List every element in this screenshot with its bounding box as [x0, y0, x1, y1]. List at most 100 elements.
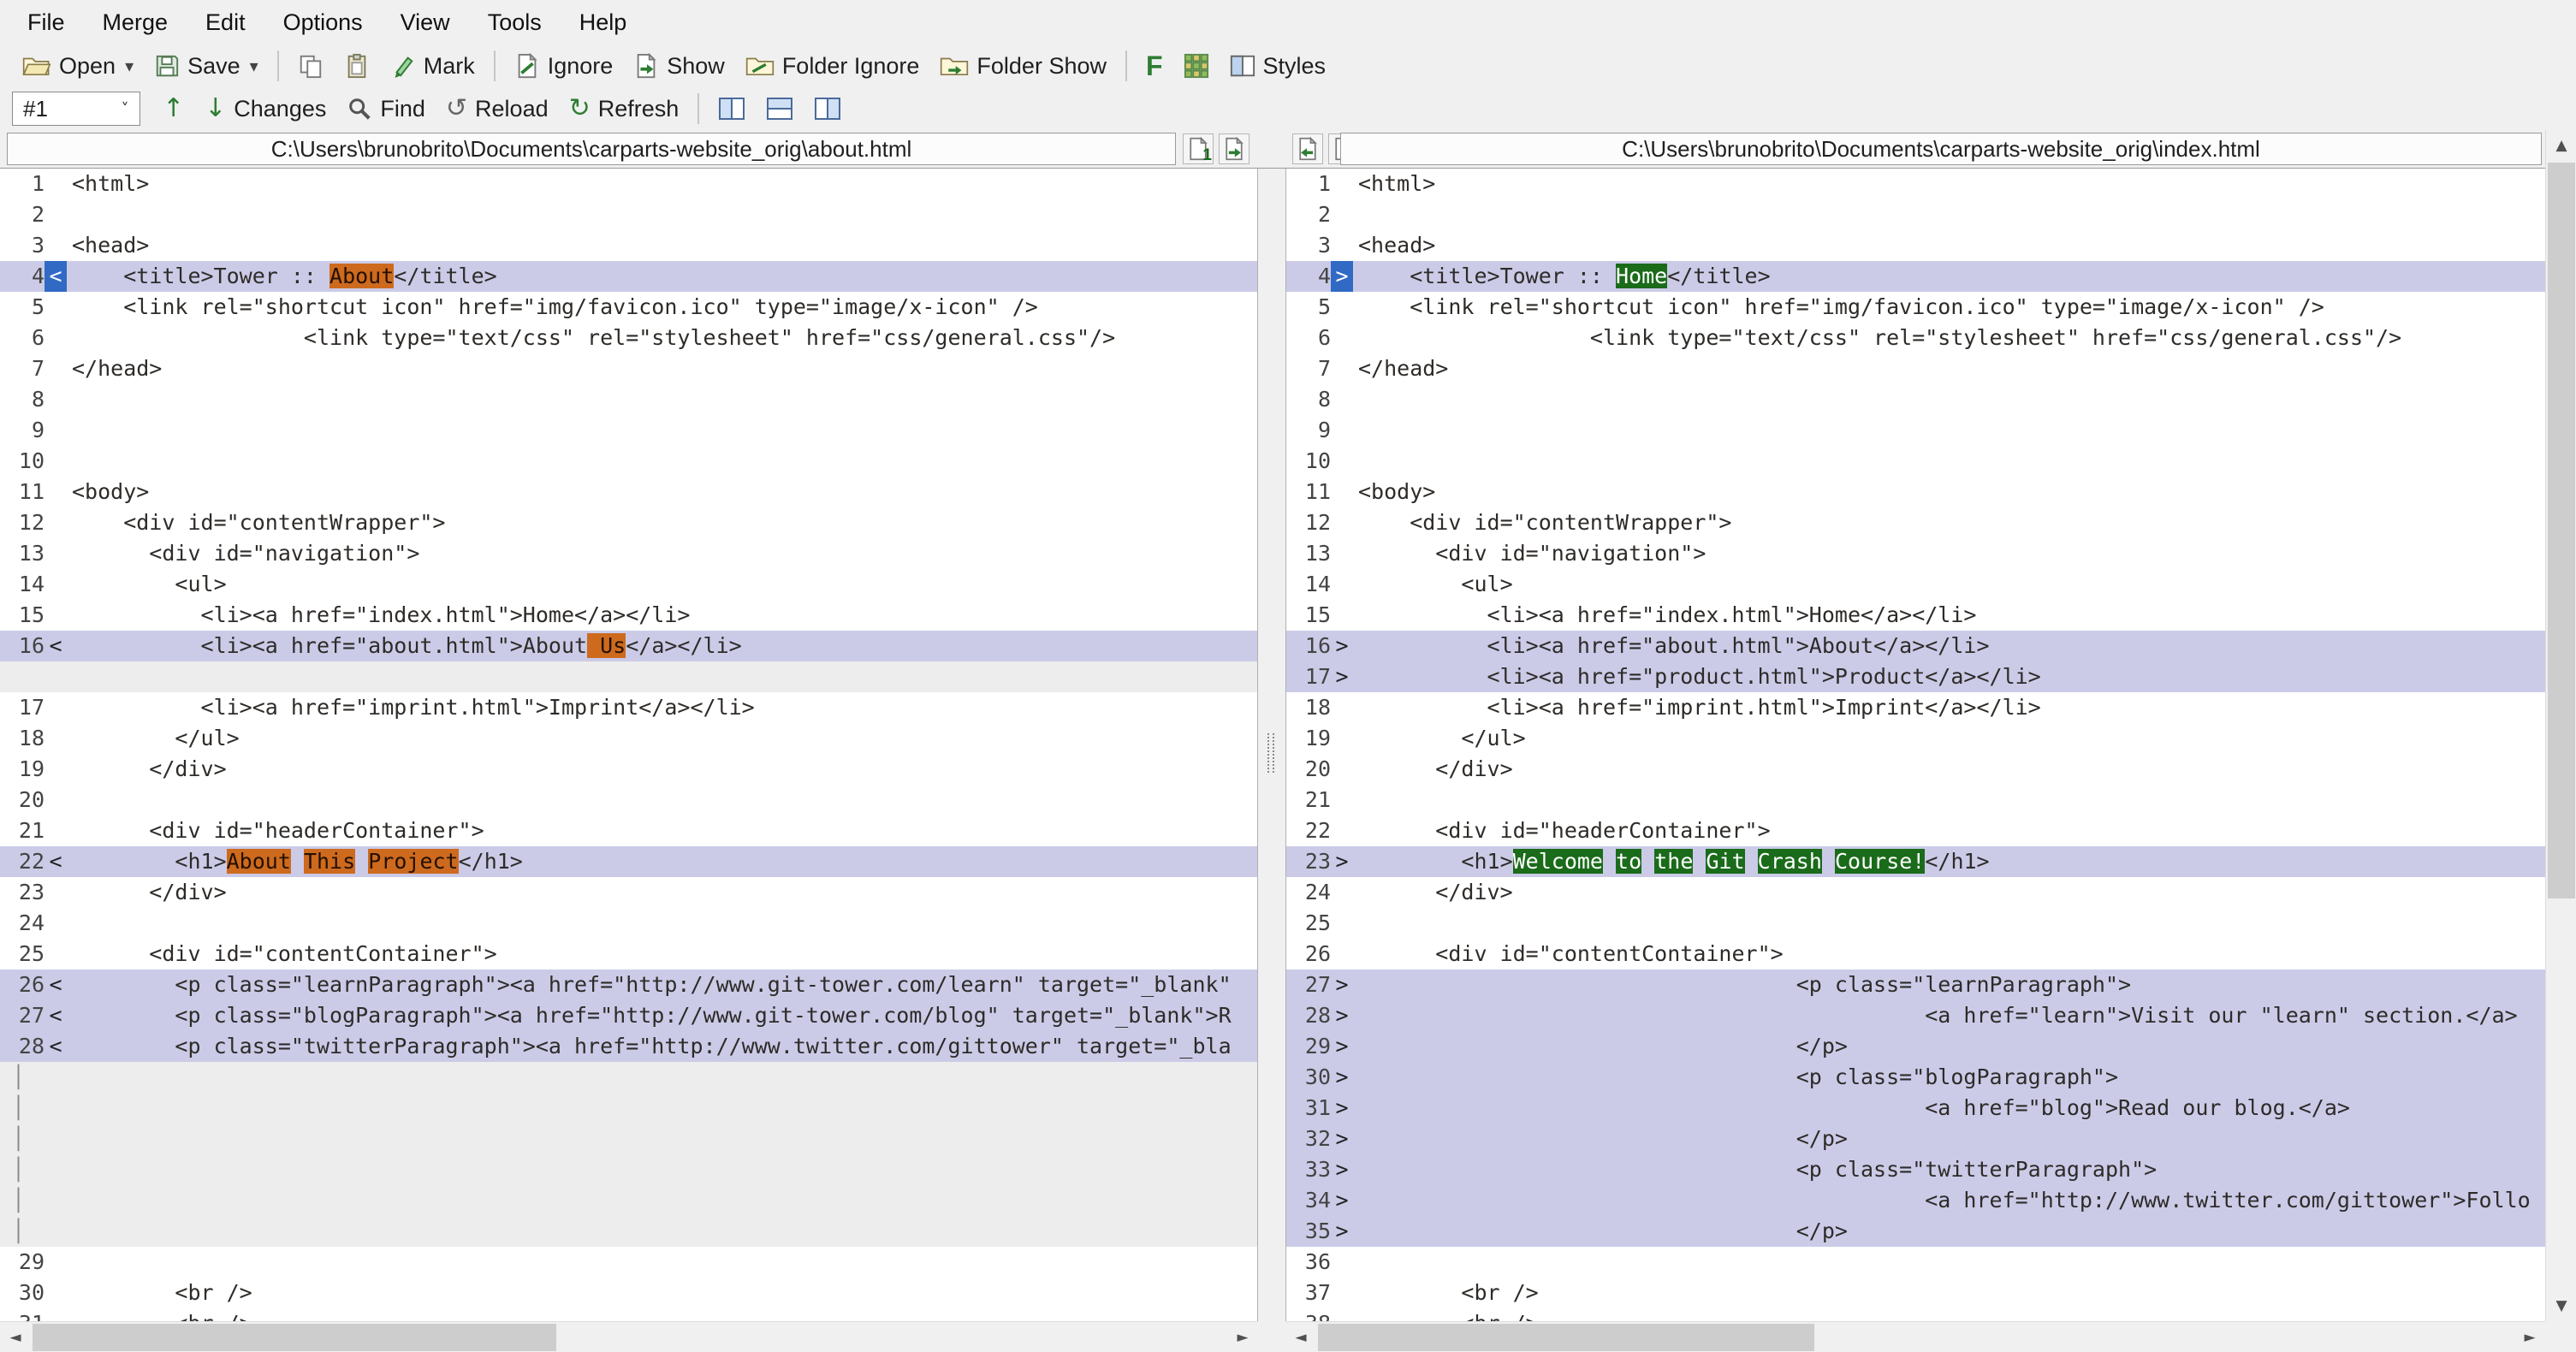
- folder-ignore-button[interactable]: Folder Ignore: [735, 47, 930, 85]
- menu-tools[interactable]: Tools: [469, 3, 561, 43]
- code-line[interactable]: 17 > <li><a href="product.html">Product</…: [1286, 661, 2545, 692]
- code-line[interactable]: 2: [1286, 199, 2545, 230]
- code-line[interactable]: 15 <li><a href="index.html">Home</a></li…: [0, 600, 1257, 631]
- ghost-line[interactable]: │: [0, 1154, 1257, 1185]
- code-line[interactable]: 14 <ul>: [1286, 569, 2545, 600]
- code-line[interactable]: 24: [0, 908, 1257, 939]
- code-line[interactable]: 20 </div>: [1286, 754, 2545, 785]
- code-line[interactable]: 10: [0, 446, 1257, 477]
- previous-difference-button[interactable]: ↑: [152, 90, 194, 127]
- save-dropdown-caret[interactable]: ▾: [250, 56, 258, 76]
- copy-to-right-button[interactable]: [1219, 133, 1249, 164]
- find-button[interactable]: Find: [336, 90, 436, 127]
- code-line[interactable]: 5 <link rel="shortcut icon" href="img/fa…: [1286, 292, 2545, 323]
- code-line[interactable]: 28 > <a href="learn">Visit our "learn" se…: [1286, 1000, 2545, 1031]
- scroll-up-arrow-icon[interactable]: ▲: [2546, 130, 2576, 161]
- code-line[interactable]: 1 <html>: [1286, 169, 2545, 199]
- code-line[interactable]: 33 > <p class="twitterParagraph">: [1286, 1154, 2545, 1185]
- code-line[interactable]: 27 < <p class="blogParagraph"><a href="ht…: [0, 1000, 1257, 1031]
- ghost-line[interactable]: [0, 661, 1257, 692]
- ghost-line[interactable]: │: [0, 1093, 1257, 1124]
- code-line[interactable]: 12 <div id="contentWrapper">: [1286, 507, 2545, 538]
- next-difference-button[interactable]: ↓ Changes: [194, 90, 336, 127]
- code-line[interactable]: 16 < <li><a href="about.html">About Us</a…: [0, 631, 1257, 661]
- ghost-line[interactable]: │: [0, 1124, 1257, 1154]
- code-line[interactable]: 16 > <li><a href="about.html">About</a></…: [1286, 631, 2545, 661]
- code-line[interactable]: 30 > <p class="blogParagraph">: [1286, 1062, 2545, 1093]
- code-line[interactable]: 26 <div id="contentContainer">: [1286, 939, 2545, 970]
- code-line[interactable]: 21 <div id="headerContainer">: [0, 815, 1257, 846]
- code-line[interactable]: 22 < <h1>About This Project</h1>: [0, 846, 1257, 877]
- diff-number-combobox[interactable]: #1 ˅: [12, 92, 140, 126]
- code-line[interactable]: 13 <div id="navigation">: [1286, 538, 2545, 569]
- code-line[interactable]: 6 <link type="text/css" rel="stylesheet"…: [1286, 323, 2545, 353]
- code-line[interactable]: 23 </div>: [0, 877, 1257, 908]
- code-line[interactable]: 7 </head>: [0, 353, 1257, 384]
- code-line[interactable]: 25: [1286, 908, 2545, 939]
- menu-file[interactable]: File: [9, 3, 84, 43]
- code-line[interactable]: 24 </div>: [1286, 877, 2545, 908]
- ghost-line[interactable]: │: [0, 1216, 1257, 1247]
- code-line[interactable]: 1 <html>: [0, 169, 1257, 199]
- code-line[interactable]: 19 </ul>: [1286, 723, 2545, 754]
- code-line[interactable]: 23 > <h1>Welcome to the Git Crash Course!…: [1286, 846, 2545, 877]
- code-line[interactable]: 18 <li><a href="imprint.html">Imprint</a…: [1286, 692, 2545, 723]
- code-line[interactable]: 14 <ul>: [0, 569, 1257, 600]
- ghost-line[interactable]: │: [0, 1185, 1257, 1216]
- splitter-grip-icon[interactable]: [1267, 733, 1274, 773]
- open-button[interactable]: Open ▾: [12, 47, 144, 85]
- refresh-button[interactable]: ↻ Refresh: [559, 90, 690, 127]
- menu-help[interactable]: Help: [561, 3, 646, 43]
- code-line[interactable]: 8: [0, 384, 1257, 415]
- layout-right-split-button[interactable]: [804, 90, 852, 127]
- right-horizontal-scroll-thumb[interactable]: [1318, 1324, 1814, 1351]
- reload-button[interactable]: ↺ Reload: [436, 90, 559, 127]
- code-line[interactable]: 5 <link rel="shortcut icon" href="img/fa…: [0, 292, 1257, 323]
- vertical-scroll-thumb[interactable]: [2548, 163, 2575, 898]
- menu-options[interactable]: Options: [264, 3, 382, 43]
- code-line[interactable]: 3 <head>: [0, 230, 1257, 261]
- right-code-pane[interactable]: 1 <html> 2 3 <head> 4 > <title>Tower :: Home</…: [1285, 169, 2545, 1322]
- code-line[interactable]: 34 > <a href="http://www.twitter.com/gitt…: [1286, 1185, 2545, 1216]
- code-line[interactable]: 4 < <title>Tower :: About</title>: [0, 261, 1257, 292]
- scroll-right-arrow-icon[interactable]: ►: [1227, 1322, 1258, 1352]
- code-line[interactable]: 27 > <p class="learnParagraph">: [1286, 970, 2545, 1000]
- code-line[interactable]: 10: [1286, 446, 2545, 477]
- scroll-right-arrow-icon[interactable]: ►: [2514, 1322, 2545, 1352]
- code-line[interactable]: 36: [1286, 1247, 2545, 1278]
- code-line[interactable]: 15 <li><a href="index.html">Home</a></li…: [1286, 600, 2545, 631]
- code-line[interactable]: 21: [1286, 785, 2545, 815]
- code-line[interactable]: 38 <br />: [1286, 1308, 2545, 1322]
- paste-button[interactable]: [334, 47, 380, 85]
- code-line[interactable]: 9: [1286, 415, 2545, 446]
- code-line[interactable]: 18 </ul>: [0, 723, 1257, 754]
- code-line[interactable]: 11 <body>: [1286, 477, 2545, 507]
- vertical-scrollbar[interactable]: ▲ ▼: [2545, 130, 2576, 1321]
- left-horizontal-scroll-thumb[interactable]: [33, 1324, 556, 1351]
- code-line[interactable]: 4 > <title>Tower :: Home</title>: [1286, 261, 2545, 292]
- code-line[interactable]: 35 > </p>: [1286, 1216, 2545, 1247]
- code-line[interactable]: 20: [0, 785, 1257, 815]
- menu-edit[interactable]: Edit: [187, 3, 264, 43]
- ignore-button[interactable]: Ignore: [504, 47, 624, 85]
- code-line[interactable]: 25 <div id="contentContainer">: [0, 939, 1257, 970]
- pane-splitter[interactable]: [1258, 169, 1285, 1322]
- code-line[interactable]: 31 > <a href="blog">Read our blog.</a>: [1286, 1093, 2545, 1124]
- left-horizontal-scrollbar[interactable]: ◄ ►: [0, 1321, 1258, 1352]
- code-line[interactable]: 26 < <p class="learnParagraph"><a href="h…: [0, 970, 1257, 1000]
- left-code-pane[interactable]: 1 <html> 2 3 <head> 4 < <title>Tower :: About<…: [0, 169, 1258, 1322]
- layout-vertical-split-button[interactable]: [708, 90, 756, 127]
- grid-view-button[interactable]: [1173, 47, 1220, 85]
- ghost-line[interactable]: │: [0, 1062, 1257, 1093]
- left-file-path-header[interactable]: C:\Users\brunobrito\Documents\carparts-w…: [7, 133, 1176, 165]
- code-line[interactable]: 8: [1286, 384, 2545, 415]
- code-line[interactable]: 9: [0, 415, 1257, 446]
- scroll-left-arrow-icon[interactable]: ◄: [0, 1322, 31, 1352]
- combobox-caret-icon[interactable]: ˅: [110, 92, 139, 125]
- mark-button[interactable]: Mark: [380, 47, 485, 85]
- code-line[interactable]: 3 <head>: [1286, 230, 2545, 261]
- code-line[interactable]: 11 <body>: [0, 477, 1257, 507]
- filter-button[interactable]: F: [1136, 47, 1173, 85]
- code-line[interactable]: 30 <br />: [0, 1278, 1257, 1308]
- menu-merge[interactable]: Merge: [84, 3, 187, 43]
